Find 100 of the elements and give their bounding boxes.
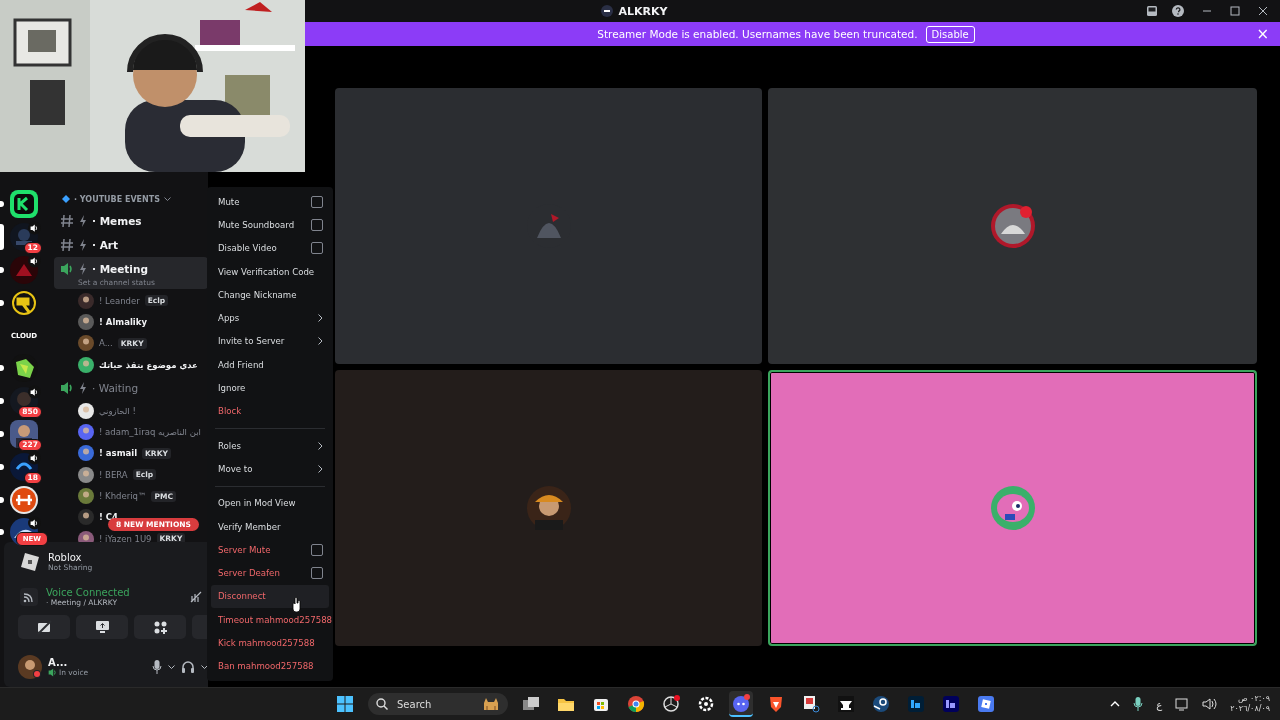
- speaker-icon: [28, 221, 41, 236]
- steam-icon[interactable]: [872, 695, 890, 713]
- anvil-icon[interactable]: [837, 695, 855, 713]
- menu-item[interactable]: Move to: [211, 457, 329, 481]
- hashtag-icon: [60, 213, 74, 228]
- server-icon[interactable]: [10, 485, 38, 514]
- close-button[interactable]: ×: [1253, 26, 1272, 42]
- video-tile[interactable]: [768, 370, 1257, 646]
- user-name[interactable]: A...: [99, 338, 113, 349]
- noise-suppression-icon[interactable]: [190, 590, 202, 603]
- menu-item[interactable]: Open in Mod View: [211, 491, 329, 515]
- user-name[interactable]: ! Almaliky: [99, 316, 147, 327]
- menu-item[interactable]: Mute: [211, 190, 329, 214]
- server-icon[interactable]: [10, 288, 38, 317]
- menu-item[interactable]: Block: [211, 399, 329, 423]
- menu-item[interactable]: Server Mute: [211, 538, 329, 562]
- user-name[interactable]: ! asmail: [99, 448, 138, 459]
- menu-item[interactable]: Server Deafen: [211, 561, 329, 585]
- user-name[interactable]: ! Khderiq™: [99, 491, 147, 501]
- cursor-icon: [292, 597, 302, 612]
- category-header[interactable]: · YOUTUBE EVENTS: [74, 194, 160, 204]
- menu-item[interactable]: Roles: [211, 433, 329, 458]
- cube-app-icon[interactable]: [977, 695, 995, 713]
- premiere-icon[interactable]: [942, 695, 960, 713]
- menu-item[interactable]: Mute Soundboard: [211, 213, 329, 237]
- channel-item[interactable]: · Memes: [54, 209, 208, 232]
- speaker-icon: [28, 254, 41, 268]
- chevron-icon[interactable]: [201, 664, 208, 670]
- keyboard-language[interactable]: ع: [1156, 698, 1163, 710]
- headphones-icon[interactable]: [181, 660, 195, 675]
- avatar-icon: [78, 424, 94, 441]
- task-view-icon[interactable]: [522, 695, 540, 713]
- lion-shield-icon[interactable]: [767, 695, 785, 713]
- video-tile[interactable]: [335, 370, 762, 646]
- checkbox[interactable]: [311, 195, 323, 208]
- menu-item[interactable]: Ignore: [211, 376, 329, 400]
- menu-item[interactable]: Disconnect: [211, 584, 329, 609]
- activities-icon: [152, 620, 168, 635]
- user-name[interactable]: ! adam_1iraq ابن الناصريه: [99, 427, 201, 438]
- clock-date[interactable]: ٢٠٢٦/٠٨/٠٩: [1230, 704, 1270, 714]
- clock-time[interactable]: ٠٢:٠٩ ص: [1237, 694, 1270, 704]
- gear-icon[interactable]: [697, 695, 715, 713]
- inbox-icon[interactable]: [1146, 5, 1158, 17]
- channel-name: · Art: [92, 238, 118, 251]
- microphone-icon[interactable]: [152, 660, 162, 675]
- camera-off-icon: [36, 620, 52, 635]
- camera-off-button[interactable]: [18, 615, 70, 640]
- user-name[interactable]: عدي موضوع يتقذ حياتك: [99, 359, 198, 370]
- channel-item[interactable]: · Waiting: [54, 376, 208, 400]
- roblox-icon: [20, 551, 40, 572]
- video-tile[interactable]: [768, 88, 1257, 364]
- channel-item[interactable]: · Art: [54, 233, 208, 256]
- checkbox[interactable]: [311, 567, 323, 580]
- chevron-up-icon[interactable]: [1110, 701, 1121, 707]
- volume-icon[interactable]: [1202, 698, 1218, 710]
- voice-status: Voice Connected: [46, 586, 131, 598]
- disable-button[interactable]: Disable: [925, 25, 975, 43]
- lightning-icon: [79, 214, 87, 227]
- channel-name: · Waiting: [92, 381, 139, 394]
- avatar-icon: [526, 486, 571, 530]
- camera-aperture-icon[interactable]: [662, 695, 680, 713]
- user-name[interactable]: ! iYazen 1U9: [99, 533, 152, 542]
- user-name[interactable]: ! Leander: [99, 295, 140, 306]
- window-title: ALKRKY: [618, 4, 668, 18]
- server-icon[interactable]: [10, 190, 38, 219]
- checkbox[interactable]: [311, 242, 323, 255]
- avatar-icon: [78, 445, 94, 462]
- menu-item[interactable]: Change Nickname: [211, 283, 329, 307]
- photoshop-icon[interactable]: [907, 695, 925, 713]
- speaker-icon: [48, 668, 57, 678]
- chevron-icon[interactable]: [168, 664, 175, 670]
- help-icon[interactable]: [1172, 5, 1184, 17]
- menu-item[interactable]: Disable Video: [211, 236, 329, 260]
- diamond-icon: [62, 195, 70, 203]
- avatar-icon: [78, 509, 94, 526]
- maximize-icon[interactable]: [1230, 6, 1240, 16]
- search-field[interactable]: Search: [368, 693, 508, 715]
- activities-button[interactable]: [134, 615, 186, 640]
- start-icon[interactable]: [337, 696, 353, 712]
- chat-app-icon[interactable]: [732, 694, 750, 712]
- menu-item[interactable]: Apps: [211, 306, 329, 330]
- menu-item[interactable]: Kick mahmood257588: [211, 631, 329, 655]
- menu-item[interactable]: View Verification Code: [211, 259, 329, 284]
- server-icon[interactable]: [10, 419, 38, 448]
- snipping-icon[interactable]: [802, 695, 820, 713]
- screen-share-button[interactable]: [76, 615, 128, 640]
- avatar-icon: [78, 402, 94, 419]
- close-icon[interactable]: [1258, 6, 1268, 16]
- user-name[interactable]: الحازوني !: [99, 405, 136, 416]
- video-tile[interactable]: [335, 88, 762, 364]
- menu-item[interactable]: Add Friend: [211, 353, 329, 377]
- checkbox[interactable]: [311, 218, 323, 231]
- microphone-icon[interactable]: [1133, 697, 1144, 711]
- menu-item[interactable]: Ban mahmood257588: [211, 654, 329, 678]
- menu-item[interactable]: Invite to Server: [211, 329, 329, 354]
- chrome-icon[interactable]: [627, 695, 645, 713]
- menu-item[interactable]: Verify Member: [211, 514, 329, 539]
- monitor-icon[interactable]: [1175, 697, 1190, 711]
- checkbox[interactable]: [311, 543, 323, 556]
- user-name[interactable]: ! BERA: [99, 469, 128, 480]
